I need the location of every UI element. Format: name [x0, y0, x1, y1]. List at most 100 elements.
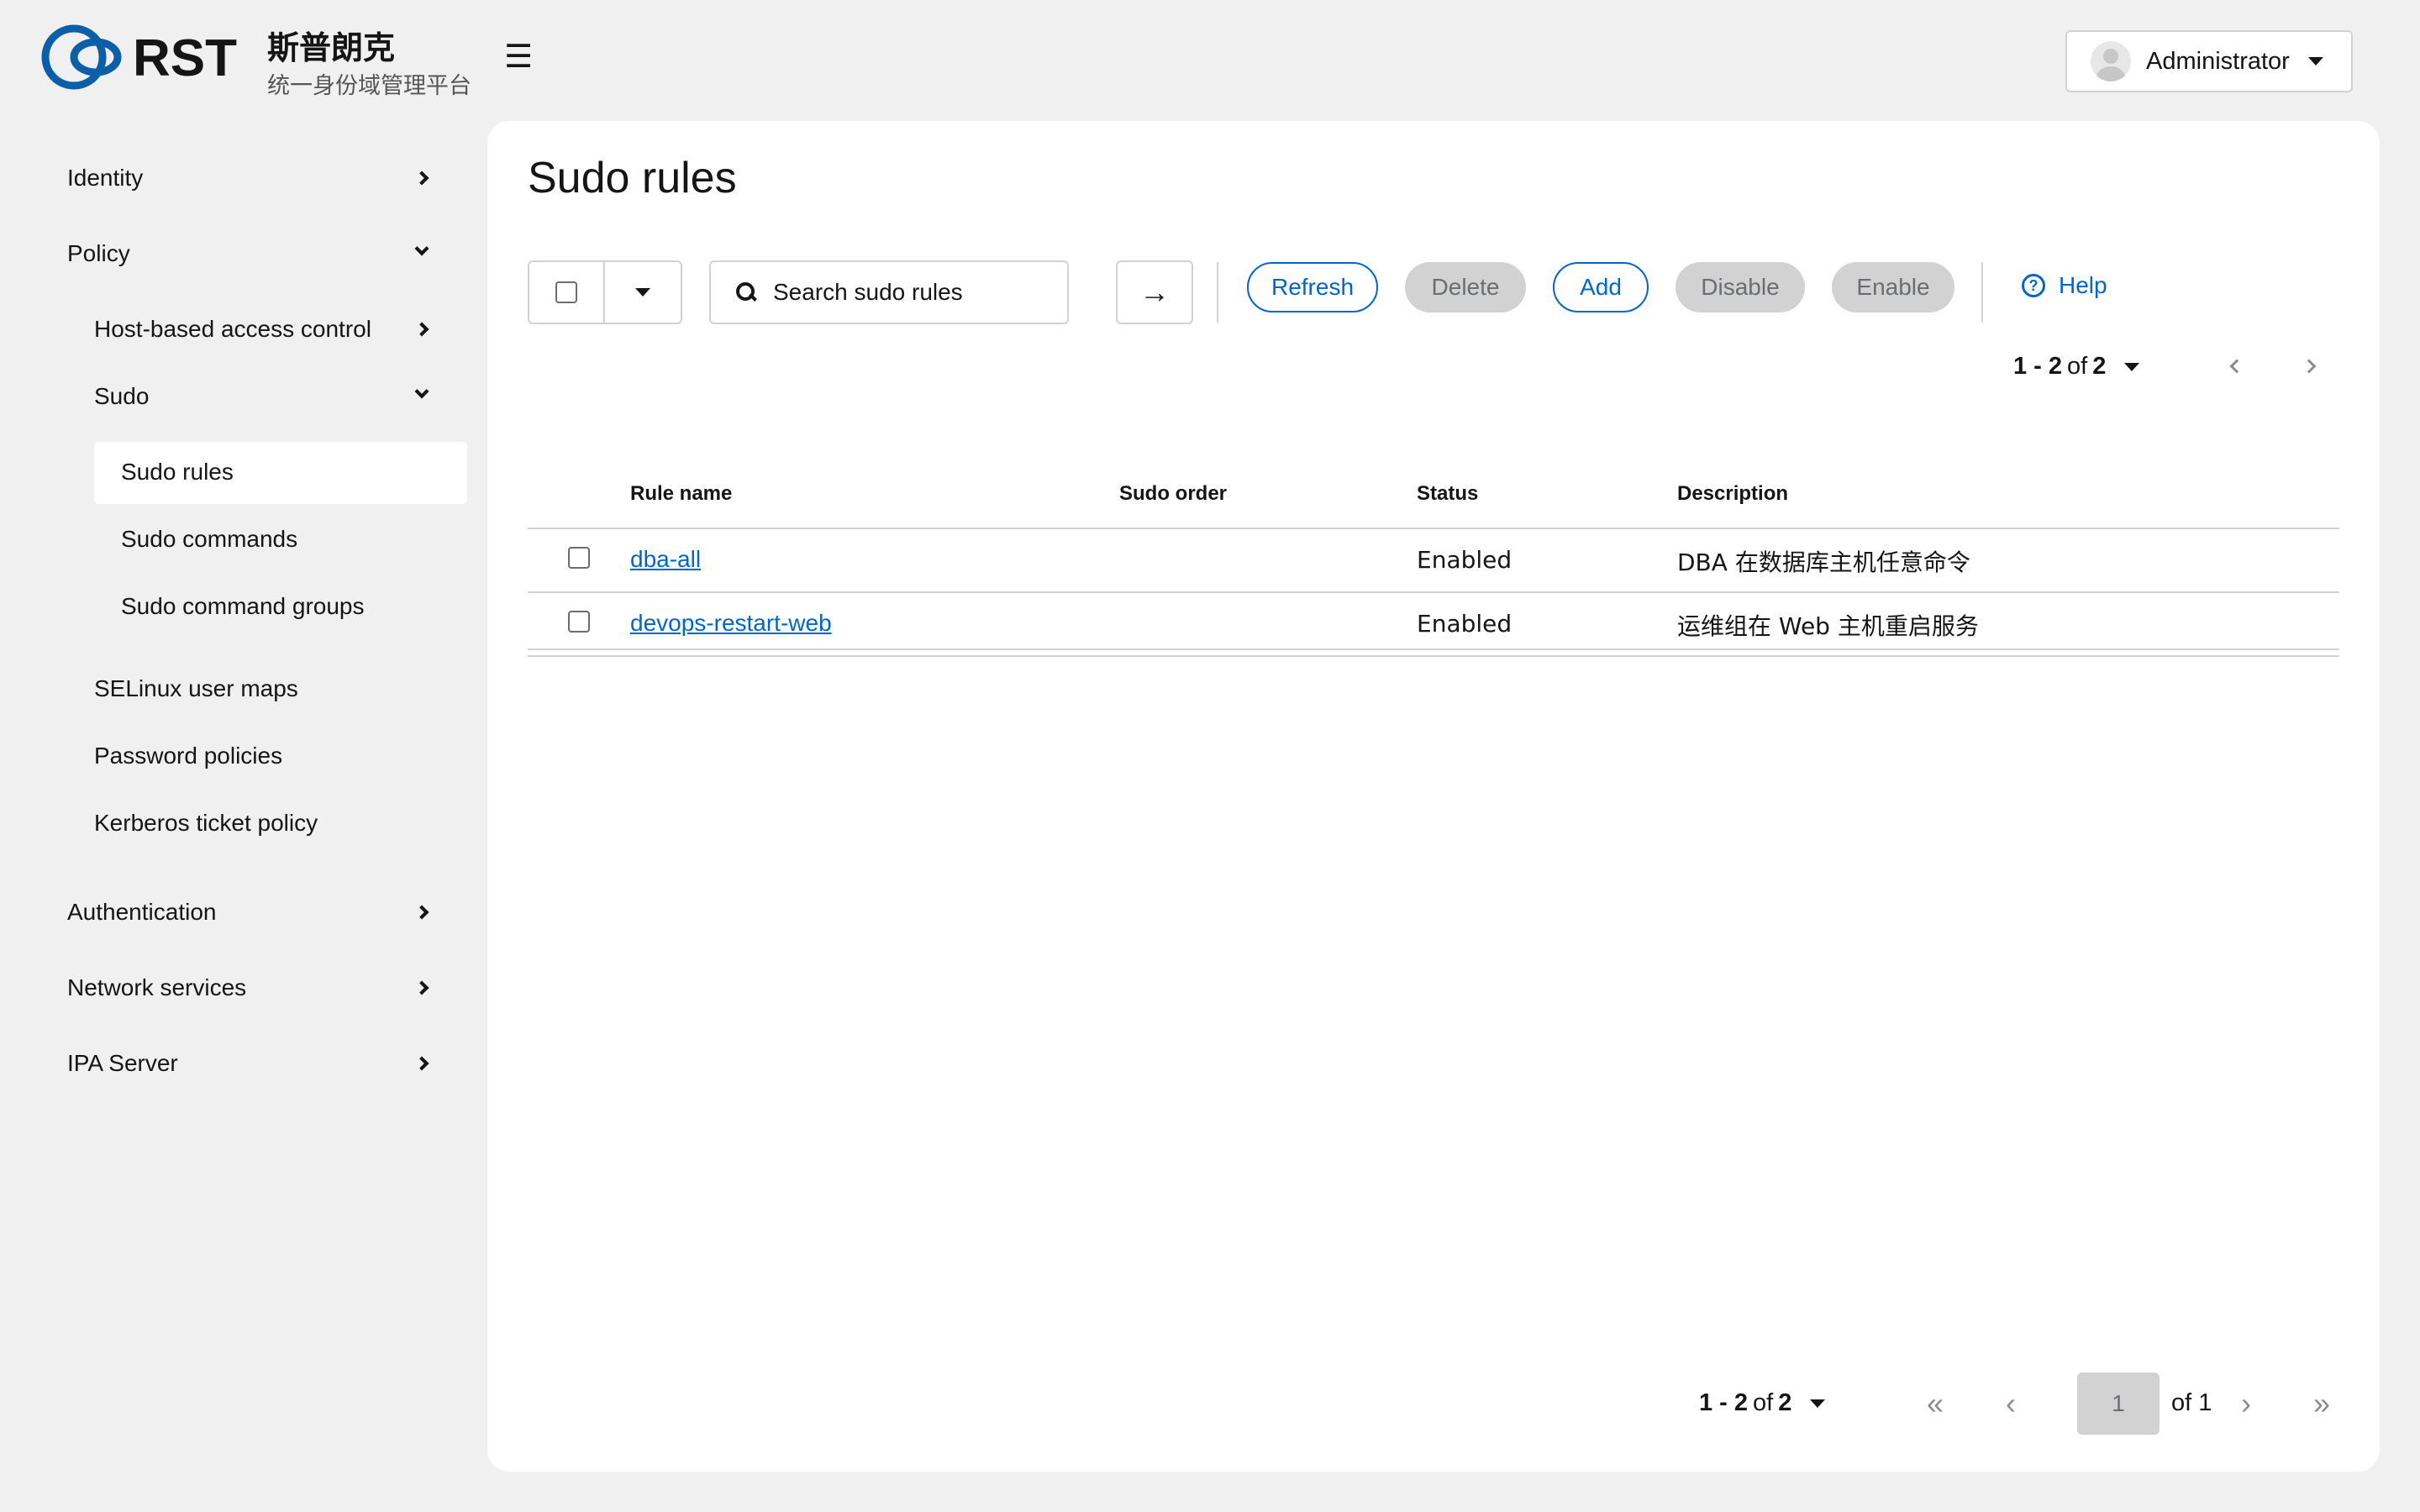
prev-page-icon[interactable]: ‹ [1980, 1373, 2042, 1435]
bulk-select-checkbox-wrapper [529, 262, 605, 323]
toolbar-divider [1217, 262, 1218, 323]
pagination-count-toggle[interactable]: 1 - 2 of 2 [1699, 1389, 1826, 1417]
chevron-down-icon [414, 384, 429, 399]
first-page-icon[interactable]: « [1904, 1373, 1966, 1435]
sidebar-item-label: Identity [67, 165, 144, 191]
table-header-border [528, 528, 2339, 529]
status-cell: Enabled [1417, 610, 1512, 638]
total-pages-label: of 1 [2171, 1389, 2212, 1416]
rule-name-link[interactable]: dba-all [630, 546, 701, 573]
prev-page-icon[interactable] [2229, 359, 2244, 374]
sidebar-item-identity[interactable]: Identity [67, 165, 437, 192]
pagination-of: of [1753, 1389, 1774, 1416]
hamburger-menu-icon[interactable]: ☰ [504, 40, 533, 74]
select-all-checkbox[interactable] [555, 281, 577, 303]
sidebar-item-label: Authentication [67, 899, 217, 925]
sidebar-item-kerberos-ticket-policy[interactable]: Kerberos ticket policy [94, 810, 318, 837]
sidebar-item-sudo-command-groups[interactable]: Sudo command groups [121, 593, 365, 620]
column-header-description[interactable]: Description [1677, 482, 1788, 506]
sidebar-item-hbac[interactable]: Host-based access control [94, 316, 437, 343]
row-divider [528, 591, 2339, 593]
chevron-right-icon [414, 905, 429, 920]
search-submit-arrow-icon[interactable]: → [1116, 260, 1193, 324]
sidebar-item-label: Sudo [94, 383, 150, 409]
toolbar: → Refresh Delete Add Disable Enable ? He… [528, 260, 2368, 324]
bulk-select-toggle[interactable] [605, 262, 681, 323]
pagination-of: of [2067, 353, 2088, 380]
pagination-bottom: 1 - 2 of 2 « ‹ 1 of 1 › » [1699, 1373, 2354, 1435]
sidebar-item-authentication[interactable]: Authentication [67, 899, 437, 926]
sidebar-item-selinux-user-maps[interactable]: SELinux user maps [94, 675, 298, 702]
page-title: Sudo rules [528, 154, 737, 202]
sidebar-item-sudo-commands[interactable]: Sudo commands [121, 526, 297, 553]
enable-button[interactable]: Enable [1832, 262, 1954, 312]
header-divider [528, 648, 2339, 650]
column-header-status[interactable]: Status [1417, 482, 1478, 506]
search-input[interactable] [773, 279, 1050, 306]
description-cell: 运维组在 Web 主机重启服务 [1677, 612, 1979, 640]
help-link[interactable]: ? Help [2022, 272, 2107, 299]
sidebar-item-label: IPA Server [67, 1050, 178, 1076]
add-button[interactable]: Add [1553, 262, 1649, 312]
bulk-select [528, 260, 682, 324]
refresh-button[interactable]: Refresh [1247, 262, 1378, 312]
sidebar-item-sudo-rules[interactable]: Sudo rules [121, 459, 234, 486]
caret-down-icon [2124, 362, 2140, 371]
disable-button[interactable]: Disable [1676, 262, 1805, 312]
sidebar-item-network-services[interactable]: Network services [67, 974, 437, 1001]
pagination-range: 1 - 2 [2013, 353, 2063, 380]
main-content: Sudo rules → Refresh Delete Add Disable … [487, 121, 2380, 1472]
pagination-range: 1 - 2 [1699, 1389, 1749, 1416]
next-page-icon[interactable] [2302, 359, 2317, 374]
avatar [2091, 41, 2131, 81]
chevron-down-icon [414, 241, 429, 256]
description-cell: DBA 在数据库主机任意命令 [1677, 549, 1970, 576]
sidebar-item-label: Host-based access control [94, 316, 371, 342]
sidebar-item-label: Password policies [94, 743, 283, 769]
search-box [709, 260, 1069, 324]
last-page-icon[interactable]: » [2291, 1373, 2353, 1435]
pagination-total: 2 [1778, 1389, 1792, 1416]
svg-text:RST: RST [133, 29, 237, 87]
sidebar-item-label: Sudo command groups [121, 593, 365, 619]
sidebar-item-ipa-server[interactable]: IPA Server [67, 1050, 437, 1077]
caret-down-icon [635, 288, 650, 297]
chevron-right-icon [414, 322, 429, 337]
sidebar-item-label: Network services [67, 974, 247, 1000]
masthead: RST 斯普朗克 统一身份域管理平台 ☰ Administrator [0, 0, 2420, 118]
chevron-right-icon [414, 980, 429, 995]
caret-down-icon [2307, 57, 2323, 66]
brand-logo: RST [41, 24, 237, 90]
sidebar-item-label: Kerberos ticket policy [94, 810, 318, 836]
row-divider [528, 655, 2339, 657]
sidebar-item-sudo[interactable]: Sudo [94, 383, 437, 410]
current-page-input[interactable]: 1 [2077, 1373, 2160, 1435]
sidebar-item-label: Sudo commands [121, 526, 298, 552]
search-icon [736, 282, 756, 302]
help-label: Help [2059, 272, 2107, 298]
pagination-total: 2 [2092, 353, 2107, 380]
brand-subtitle: 统一身份域管理平台 [267, 73, 471, 99]
row-checkbox[interactable] [568, 547, 590, 569]
sidebar-item-label: Policy [67, 240, 130, 266]
pagination-top[interactable]: 1 - 2 of 2 [2013, 353, 2140, 381]
toolbar-divider [1981, 262, 1983, 323]
column-header-sudo-order[interactable]: Sudo order [1119, 482, 1227, 506]
sidebar-item-label: Sudo rules [121, 459, 234, 485]
chevron-right-icon [414, 171, 429, 186]
chevron-right-icon [414, 1056, 429, 1071]
help-icon: ? [2022, 274, 2045, 297]
delete-button[interactable]: Delete [1405, 262, 1526, 312]
user-name: Administrator [2146, 47, 2290, 75]
column-header-rule-name[interactable]: Rule name [630, 482, 732, 506]
status-cell: Enabled [1417, 546, 1512, 574]
user-menu-dropdown[interactable]: Administrator [2065, 30, 2353, 92]
brand-name: 斯普朗克 [267, 29, 396, 66]
caret-down-icon [1810, 1399, 1826, 1408]
row-checkbox[interactable] [568, 611, 590, 633]
sidebar-item-label: SELinux user maps [94, 675, 298, 701]
rule-name-link[interactable]: devops-restart-web [630, 610, 832, 637]
next-page-icon[interactable]: › [2215, 1373, 2277, 1435]
sidebar-item-password-policies[interactable]: Password policies [94, 743, 282, 769]
sidebar-item-policy[interactable]: Policy [67, 240, 437, 267]
